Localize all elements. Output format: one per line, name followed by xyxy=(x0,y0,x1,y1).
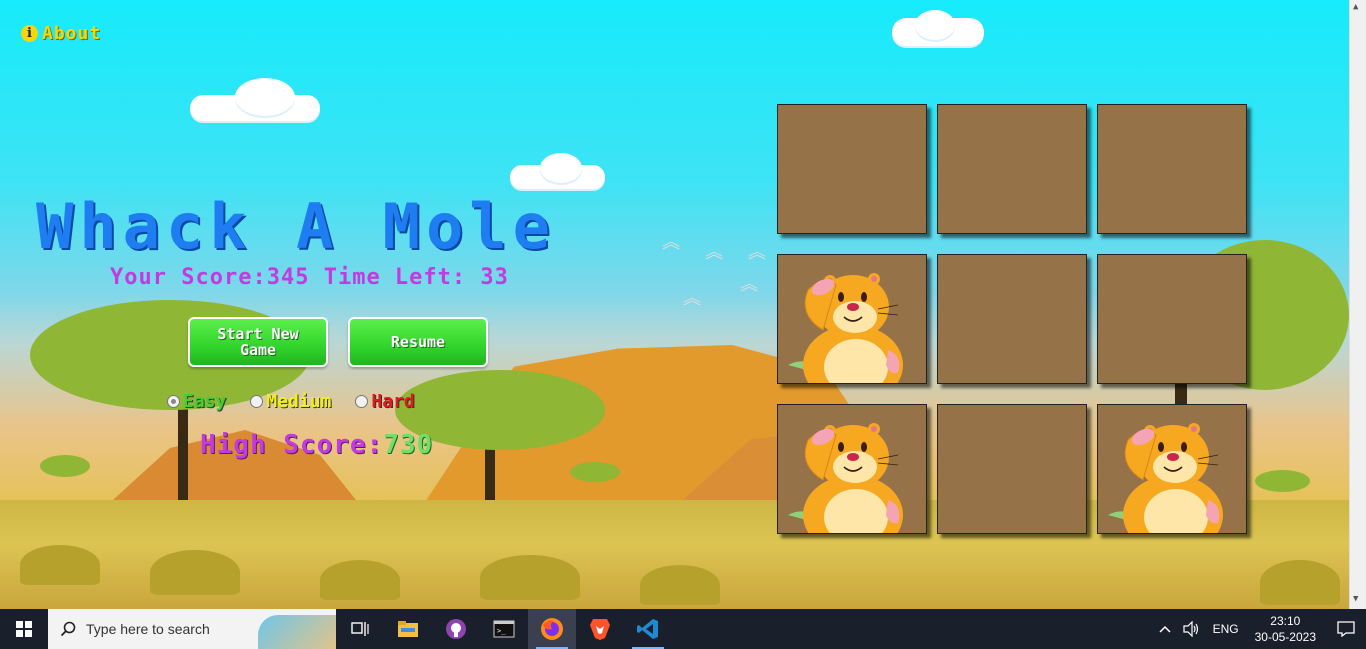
tree-canopy xyxy=(570,462,620,482)
cloud xyxy=(540,153,582,183)
score-label: Your Score: xyxy=(110,265,267,290)
clock[interactable]: 23:10 30-05-2023 xyxy=(1245,613,1326,645)
start-new-game-label: Start New Game xyxy=(217,325,299,359)
start-new-game-button[interactable]: Start New Game xyxy=(188,317,328,367)
score-value: 345 xyxy=(266,265,310,290)
cloud xyxy=(235,78,295,116)
clock-time: 23:10 xyxy=(1270,614,1301,628)
mole-hole[interactable] xyxy=(1097,104,1247,234)
mole-character[interactable] xyxy=(778,255,927,384)
bird: ︽ xyxy=(705,242,723,263)
cloud xyxy=(915,10,955,40)
bush xyxy=(150,550,240,595)
brave-icon[interactable] xyxy=(576,609,624,649)
resume-button[interactable]: Resume xyxy=(348,317,488,367)
difficulty-selector: Easy Medium Hard xyxy=(167,391,439,412)
easy-label: Easy xyxy=(183,391,227,412)
difficulty-option-hard[interactable]: Hard xyxy=(355,391,415,412)
high-score-label: High Score: xyxy=(200,430,384,460)
mole-hole[interactable] xyxy=(1097,404,1247,534)
bird: ︽ xyxy=(740,274,758,295)
vscode-icon[interactable] xyxy=(624,609,672,649)
mole-hole[interactable] xyxy=(777,104,927,234)
notification-icon[interactable] xyxy=(1326,621,1366,637)
mole-hole[interactable] xyxy=(1097,254,1247,384)
medium-label: Medium xyxy=(266,391,332,412)
github-desktop-icon[interactable] xyxy=(432,609,480,649)
high-score: High Score:730 xyxy=(200,430,433,460)
task-view-icon[interactable] xyxy=(336,609,384,649)
tree-canopy xyxy=(1255,470,1310,492)
mole-hole[interactable] xyxy=(937,254,1087,384)
volume-icon[interactable] xyxy=(1177,621,1207,637)
time-left-value: 33 xyxy=(480,265,509,290)
scroll-down-icon[interactable]: ▼ xyxy=(1353,594,1358,604)
hard-label: Hard xyxy=(371,391,415,412)
mole-character[interactable] xyxy=(778,405,927,534)
svg-text:>_: >_ xyxy=(497,627,506,635)
bird: ︽ xyxy=(748,242,766,263)
mole-hole[interactable] xyxy=(937,104,1087,234)
game-title: Whack A Mole xyxy=(36,190,556,263)
score-time-line: Your Score:345 Time Left: 33 xyxy=(110,265,509,290)
search-highlight-image xyxy=(258,615,336,649)
bush xyxy=(480,555,580,600)
bush xyxy=(640,565,720,605)
easy-radio[interactable] xyxy=(167,395,180,408)
mole-character[interactable] xyxy=(1098,405,1247,534)
page-scrollbar[interactable]: ▲ ▼ xyxy=(1349,0,1366,609)
language-indicator[interactable]: ENG xyxy=(1207,622,1245,636)
difficulty-option-easy[interactable]: Easy xyxy=(167,391,226,412)
mole-hole[interactable] xyxy=(777,404,927,534)
resume-label: Resume xyxy=(390,333,446,351)
bush xyxy=(20,545,100,585)
scroll-up-icon[interactable]: ▲ xyxy=(1353,2,1358,12)
bird: ︽ xyxy=(662,232,680,253)
firefox-icon[interactable] xyxy=(528,609,576,649)
chevron-up-icon[interactable] xyxy=(1153,625,1177,633)
system-tray: ENG 23:10 30-05-2023 xyxy=(1153,609,1366,649)
windows-logo-icon xyxy=(16,621,32,637)
start-button[interactable] xyxy=(0,609,48,649)
clock-date: 30-05-2023 xyxy=(1254,630,1316,644)
bush xyxy=(1260,560,1340,605)
mole-hole[interactable] xyxy=(777,254,927,384)
medium-radio[interactable] xyxy=(250,395,264,408)
high-score-value: 730 xyxy=(383,430,434,460)
bird: ︽ xyxy=(683,288,701,309)
time-left-label: Time Left: xyxy=(323,265,467,290)
search-placeholder: Type here to search xyxy=(86,621,210,637)
hard-radio[interactable] xyxy=(355,395,369,408)
mole-grid xyxy=(777,104,1247,534)
terminal-icon[interactable]: >_ xyxy=(480,609,528,649)
about-label: About xyxy=(42,23,102,44)
about-link[interactable]: i About xyxy=(21,23,101,44)
info-icon: i xyxy=(21,25,38,42)
file-explorer-icon[interactable] xyxy=(384,609,432,649)
taskbar-search[interactable]: Type here to search xyxy=(48,609,336,649)
tree-canopy xyxy=(40,455,90,477)
search-icon xyxy=(60,621,76,637)
mole-hole[interactable] xyxy=(937,404,1087,534)
bush xyxy=(320,560,400,600)
difficulty-option-medium[interactable]: Medium xyxy=(250,391,331,412)
windows-taskbar: Type here to search >_ ENG 23:10 30-05-2… xyxy=(0,609,1366,649)
